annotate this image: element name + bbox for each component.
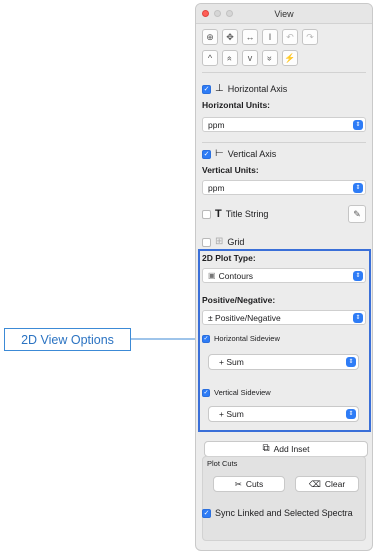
horizontal-units-value: ppm [208,119,225,130]
scale-down-fast-button[interactable]: » [262,50,278,66]
vertical-fit-icon: I [268,31,272,42]
title-string-checkbox[interactable] [202,209,211,219]
crosshair-move-icon: ✥ [226,31,234,42]
title-string-row: T Title String [202,208,366,220]
horizontal-axis-checkbox[interactable]: ✓ [202,84,211,94]
grid-label: Grid [227,237,245,247]
vertical-sideview-label: Vertical Sideview [214,388,271,397]
zoom-in-button[interactable]: ⊕ [202,29,218,45]
horizontal-axis-icon: ⊥ [215,83,224,94]
redo-view-button[interactable]: ↷ [302,29,318,45]
text-t-icon: T [215,208,222,220]
vertical-fit-button[interactable]: I [262,29,278,45]
sync-row: ✓ Sync Linked and Selected Spectra [202,508,366,518]
close-window-button[interactable] [202,10,209,17]
chevron-updown-icon: ⇕ [346,409,356,419]
2d-plot-type-value: Contours [218,270,254,281]
chevron-updown-icon: ⇕ [346,357,356,367]
scale-up-button[interactable]: ^ [202,50,218,66]
sync-label: Sync Linked and Selected Spectra [215,508,353,518]
zoom-window-button[interactable] [226,10,233,17]
scale-up-fast-button[interactable]: « [222,50,238,66]
double-chevron-up-icon: « [225,55,236,61]
horizontal-sideview-checkbox[interactable]: ✓ [202,334,210,343]
positive-negative-label: Positive/Negative: [202,295,276,305]
auto-scale-icon: ⚡ [284,52,296,63]
vertical-sideview-value: + Sum [219,409,244,419]
chevron-updown-icon: ⇕ [353,271,363,281]
horizontal-fit-button[interactable]: ↔ [242,29,258,45]
auto-scale-button[interactable]: ⚡ [282,50,298,66]
vertical-sideview-checkbox[interactable]: ✓ [202,388,210,397]
edit-title-button[interactable]: ✎ [348,205,366,223]
redo-view-icon: ↷ [306,31,314,42]
move-button[interactable]: ✥ [222,29,238,45]
2d-plot-type-label: 2D Plot Type: [202,253,256,263]
clear-cuts-button[interactable]: ⌫ Clear [295,476,359,492]
vertical-units-value: ppm [208,182,225,193]
vertical-axis-icon: ⊢ [215,148,224,159]
undo-view-icon: ↶ [286,31,294,42]
vertical-units-label: Vertical Units: [202,165,259,175]
horizontal-fit-icon: ↔ [245,31,255,42]
vertical-axis-label: Vertical Axis [227,149,277,159]
chevron-updown-icon: ⇕ [353,120,363,130]
horizontal-axis-row: ✓ ⊥ Horizontal Axis [202,84,366,94]
double-chevron-down-icon: » [265,55,276,61]
scissors-icon: ✂ [234,478,242,489]
vertical-sideview-row: ✓ Vertical Sideview [202,388,366,397]
add-inset-button[interactable]: ⧉ Add Inset [204,441,368,457]
traffic-lights [202,10,233,17]
horizontal-sideview-value: + Sum [219,357,244,367]
callout-label: 2D View Options [21,332,114,347]
horizontal-units-select[interactable]: ppm ⇕ [202,117,366,132]
window-titlebar: View [196,4,372,24]
chevron-up-icon: ^ [207,52,213,63]
zoom-in-icon: ⊕ [206,31,214,42]
divider [202,142,366,143]
grid-icon: ⊞ [215,236,224,247]
horizontal-units-label: Horizontal Units: [202,100,270,110]
undo-view-button[interactable]: ↶ [282,29,298,45]
horizontal-sideview-label: Horizontal Sideview [214,334,280,343]
callout-2d-view-options: 2D View Options [4,328,131,351]
positive-negative-value: ± Positive/Negative [208,312,281,323]
chevron-updown-icon: ⇕ [353,313,363,323]
toolbar-row-2: ^ « v » ⚡ [202,50,298,66]
grid-row: ⊞ Grid [202,237,366,247]
cuts-label: Cuts [245,479,264,489]
toolbar-row-1: ⊕ ✥ ↔ I ↶ ↷ [202,29,318,45]
vertical-units-select[interactable]: ppm ⇕ [202,180,366,195]
2d-plot-type-select[interactable]: ▣ Contours ⇕ [202,268,366,283]
chevron-updown-icon: ⇕ [353,183,363,193]
clear-icon: ⌫ [308,478,321,489]
add-inset-icon: ⧉ [262,443,270,454]
vertical-sideview-select[interactable]: + Sum ⇕ [208,406,359,422]
contours-icon: ▣ [208,270,216,280]
vertical-axis-checkbox[interactable]: ✓ [202,149,211,159]
edit-pencil-icon: ✎ [353,208,361,219]
sync-checkbox[interactable]: ✓ [202,508,211,518]
view-panel-window: View ⊕ ✥ ↔ I ↶ ↷ ^ « v » ⚡ ✓ ⊥ Horizonta… [195,3,373,551]
title-string-label: Title String [225,209,269,219]
horizontal-axis-label: Horizontal Axis [227,84,288,94]
grid-checkbox[interactable] [202,237,211,247]
divider [202,72,366,73]
chevron-down-icon: v [247,52,253,63]
positive-negative-select[interactable]: ± Positive/Negative ⇕ [202,310,366,325]
clear-label: Clear [324,479,346,489]
cuts-button[interactable]: ✂ Cuts [213,476,285,492]
plot-cuts-section: Plot Cuts ✂ Cuts ⌫ Clear [202,456,366,541]
add-inset-label: Add Inset [273,444,310,454]
minimize-window-button[interactable] [214,10,221,17]
horizontal-sideview-select[interactable]: + Sum ⇕ [208,354,359,370]
horizontal-sideview-row: ✓ Horizontal Sideview [202,334,366,343]
window-title: View [274,8,294,19]
plot-cuts-label: Plot Cuts [207,459,238,468]
scale-down-button[interactable]: v [242,50,258,66]
vertical-axis-row: ✓ ⊢ Vertical Axis [202,149,366,159]
